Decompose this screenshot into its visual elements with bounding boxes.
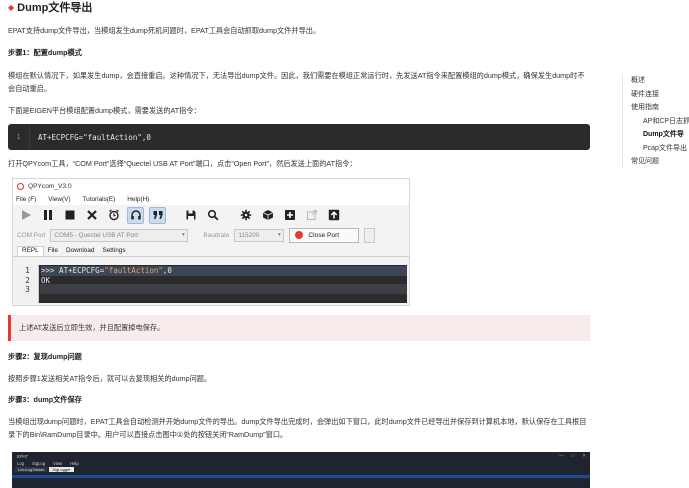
code-block: 1 AT+ECPCFG="faultAction",0 [8,124,590,150]
export-icon[interactable] [303,207,320,224]
terminal-command-line: >>> AT+ECPCFG="faultAction",0 [41,266,407,276]
baudrate-label: Baudrate [203,231,230,239]
heading-bullet-icon: ◆ [8,2,15,12]
qpycom-tabs: REPL File Download Settings [13,245,409,257]
step3-title: 步骤3：dump文件保存 [8,395,82,404]
menu-tutorials[interactable]: Tutorials(E) [83,196,116,203]
step2-title: 步骤2：复现dump问题 [8,352,82,361]
com-port-select[interactable]: COM5 - Quectel USB AT Port ▼ [50,228,189,242]
qpycom-window: QPYcom_V3.0 File (F) View(V) Tutorials(E… [12,178,410,306]
toc-item-faq[interactable]: 常见问题 [623,155,689,169]
close-icon[interactable]: ✕ [582,453,586,459]
close-x-icon[interactable] [83,207,100,224]
toc-item-guide[interactable]: 使用指南 [623,101,689,115]
qpycom-menubar: File (F) View(V) Tutorials(E) Help(H) [13,193,409,205]
section-heading: ◆ Dump文件导出 [8,0,92,14]
eigen-paragraph: 下面是EIGEN平台模组配置dump模式，需要发送的AT指令： [8,106,201,115]
note-text: 上述AT发送后立即生效，并且配置掉电保存。 [19,323,165,332]
save-icon[interactable] [182,207,199,224]
port-extra-button[interactable] [364,227,376,243]
epat-menu-siglog[interactable]: SigLog [32,461,45,466]
epat-menu-view[interactable]: View [53,461,62,466]
qpycom-toolbar [13,205,409,225]
stop-icon[interactable] [61,207,78,224]
search-icon[interactable] [204,207,221,224]
menu-file[interactable]: File (F) [16,196,36,203]
qpycom-title: QPYcom_V3.0 [28,182,72,190]
alarm-clock-icon[interactable] [105,207,122,224]
qpycom-titlebar: QPYcom_V3.0 [13,179,409,193]
table-of-contents: 概述 硬件连接 使用指南 AP和CP日志抓 Dump文件导 Pcap文件导出 常… [622,74,689,169]
upload-icon[interactable] [325,207,342,224]
tab-settings[interactable]: Settings [98,247,129,256]
tab-repl[interactable]: REPL [17,246,44,256]
toc-item-dump-export[interactable]: Dump文件导 [623,128,689,142]
chevron-down-icon: ▼ [180,232,186,238]
epat-window: EPAT — □ ✕ Log SigLog View Help LinuLogVie… [12,452,590,488]
menu-help[interactable]: Help(H) [127,196,149,203]
close-port-label: Close Port [308,231,340,239]
terminal-output: >>> AT+ECPCFG="faultAction",0 OK [41,266,407,285]
qpy-paragraph: 打开QPYcom工具，“COM Port”选择“Quectel USB AT P… [8,159,357,168]
port-status-icon [295,231,304,239]
add-square-icon[interactable] [281,207,298,224]
step1-title: 步骤1：配置dump模式 [8,48,82,57]
window-controls: — □ ✕ [559,453,586,459]
epat-tabs: LinuLogViewer SigLogger [12,466,590,472]
intro-paragraph: EPAT支持dump文件导出，当模组发生dump死机问题时，EPAT工具会自动抓… [8,26,321,35]
quote-icon[interactable] [149,206,166,224]
epat-tab-linulogviewer[interactable]: LinuLogViewer [15,466,48,472]
play-icon[interactable] [17,207,34,224]
terminal-current-line [40,284,407,294]
com-port-value: COM5 - Quectel USB AT Port [54,231,138,239]
step2-paragraph: 按照步骤1发送相关AT指令后，就可以去复现相关的dump问题。 [8,374,212,383]
toc-item-ap-cp-log[interactable]: AP和CP日志抓 [623,115,689,129]
heading-text: Dump文件导出 [17,2,93,14]
epat-title: EPAT [17,453,29,459]
note-callout: 上述AT发送后立即生效，并且配置掉电保存。 [8,315,590,341]
toc-item-overview[interactable]: 概述 [623,74,689,88]
code-line-number: 1 [8,124,30,150]
epat-menu-help[interactable]: Help [70,461,79,466]
epat-toolbar-strip [12,475,590,478]
tab-download[interactable]: Download [62,247,98,256]
epat-tab-siglogger[interactable]: SigLogger [49,466,74,472]
maximize-icon[interactable]: □ [572,453,575,459]
com-port-label: COM Port [17,231,46,239]
menu-view[interactable]: View(V) [48,196,70,203]
minimize-icon[interactable]: — [559,453,564,459]
terminal-gutter: 1 2 3 [17,265,39,303]
tab-file[interactable]: File [44,247,62,256]
close-port-button[interactable]: Close Port [289,227,360,243]
headset-icon[interactable] [127,206,144,224]
repl-terminal[interactable]: 1 2 3 >>> AT+ECPCFG="faultAction",0 OK [17,265,407,303]
toc-item-hardware[interactable]: 硬件连接 [623,88,689,102]
pause-icon[interactable] [39,207,56,224]
step1-paragraph: 模组在默认情况下，如果发生dump，会直接重启。这种情况下，无法导出dump文件… [8,71,585,93]
baudrate-select[interactable]: 115200 ▼ [234,228,285,242]
qpycom-logo-icon [17,182,24,190]
epat-menu-log[interactable]: Log [17,461,24,466]
baudrate-value: 115200 [238,231,260,239]
code-text[interactable]: AT+ECPCFG="faultAction",0 [30,133,151,142]
step3-paragraph: 当模组出现dump问题时，EPAT工具会自动检测并开始dump文件的导出。dum… [8,417,587,439]
toc-item-pcap-export[interactable]: Pcap文件导出 [623,142,689,156]
port-settings-row: COM Port COM5 - Quectel USB AT Port ▼ Ba… [13,225,409,245]
terminal-response: OK [41,275,51,285]
gear-icon[interactable] [237,207,254,224]
chevron-down-icon: ▼ [276,232,282,238]
epat-titlebar: EPAT — □ ✕ [12,452,590,460]
cube-icon[interactable] [259,207,276,224]
